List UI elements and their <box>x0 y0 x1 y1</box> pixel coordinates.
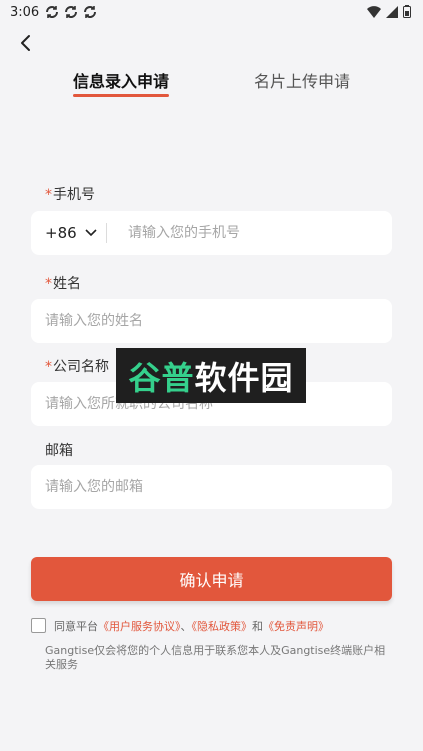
agreement-text: 同意平台《用户服务协议》、《隐私政策》和《免责声明》 <box>54 618 329 634</box>
active-tab-indicator <box>73 94 169 97</box>
phone-label-text: 手机号 <box>53 187 95 203</box>
country-code-value: +86 <box>45 224 77 242</box>
name-label-text: 姓名 <box>53 276 81 292</box>
battery-icon <box>403 5 411 18</box>
agreement-sep: 、 <box>180 620 192 633</box>
agree-checkbox[interactable] <box>31 618 46 633</box>
disclaimer-link[interactable]: 《免责声明》 <box>263 620 329 633</box>
phone-field: +86 <box>31 211 392 255</box>
divider <box>106 223 107 243</box>
name-label: *姓名 <box>45 273 81 293</box>
watermark-part1: 谷普 <box>128 358 195 397</box>
tab-info-entry[interactable]: 信息录入申请 <box>73 68 169 92</box>
agreement-and: 和 <box>252 620 263 633</box>
status-time: 3:06 <box>10 4 40 20</box>
phone-label: *手机号 <box>45 184 95 204</box>
agreement-note: Gangtise仅会将您的个人信息用于联系您本人及Gangtise终端账户相关服… <box>45 644 386 671</box>
country-code-select[interactable]: +86 <box>45 211 97 255</box>
company-label: *公司名称 <box>45 356 109 376</box>
agreement-prefix: 同意平台 <box>54 620 98 633</box>
required-mark: * <box>45 187 52 203</box>
required-mark: * <box>45 359 52 375</box>
name-input[interactable] <box>45 299 375 343</box>
back-arrow-icon[interactable] <box>16 33 36 53</box>
sync-icon <box>46 6 59 18</box>
email-label: 邮箱 <box>45 440 73 460</box>
submit-button[interactable]: 确认申请 <box>31 557 392 601</box>
status-bar: 3:06 <box>0 0 423 24</box>
wifi-icon <box>367 5 381 18</box>
company-label-text: 公司名称 <box>53 359 109 375</box>
tab-bar: 信息录入申请 名片上传申请 <box>0 68 423 98</box>
privacy-policy-link[interactable]: 《隐私政策》 <box>192 620 253 633</box>
sync-icon <box>84 6 97 18</box>
watermark-part2: 软件园 <box>194 358 294 397</box>
email-label-text: 邮箱 <box>45 443 73 459</box>
sync-icon <box>65 6 78 18</box>
phone-input[interactable] <box>128 211 378 255</box>
watermark-logo: 谷普 软件园 <box>116 348 306 403</box>
name-field <box>31 299 392 343</box>
user-agreement-link[interactable]: 《用户服务协议》 <box>98 620 181 633</box>
signal-icon <box>386 5 398 18</box>
tab-card-upload[interactable]: 名片上传申请 <box>254 68 350 92</box>
required-mark: * <box>45 276 52 292</box>
email-input[interactable] <box>45 465 375 509</box>
email-field <box>31 465 392 509</box>
chevron-down-icon <box>85 229 97 237</box>
